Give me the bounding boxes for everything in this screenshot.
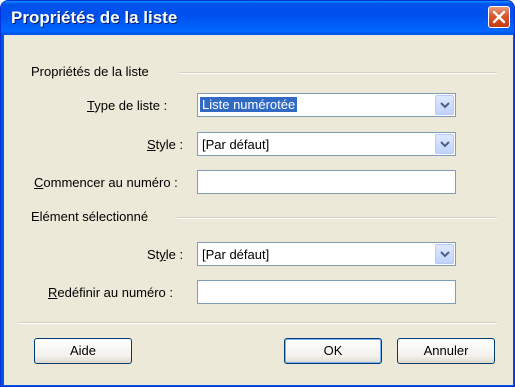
dialog-body: Propriétés de la liste Type de liste : L…: [4, 35, 513, 385]
item-style-dropdown-button[interactable]: [435, 244, 454, 264]
chevron-down-icon: [440, 251, 450, 258]
list-style-select[interactable]: [Par défaut]: [197, 132, 456, 156]
group-divider: [180, 72, 497, 74]
list-type-value: Liste numérotée: [200, 97, 298, 112]
window-title: Propriétés de la liste: [11, 8, 178, 27]
list-type-dropdown-button[interactable]: [435, 95, 454, 115]
item-style-select[interactable]: [Par défaut]: [197, 242, 456, 266]
start-number-input[interactable]: [197, 170, 456, 194]
ok-button[interactable]: OK: [284, 338, 382, 364]
item-style-value: [Par défaut]: [202, 247, 270, 262]
chevron-down-icon: [440, 102, 450, 109]
close-icon: [492, 10, 506, 24]
start-number-label: Commencer au numéro :: [34, 175, 178, 190]
list-style-label: Style :: [147, 137, 184, 152]
close-button[interactable]: [488, 6, 510, 28]
list-type-select[interactable]: Liste numérotée: [197, 93, 456, 117]
cancel-button[interactable]: Annuler: [397, 338, 495, 364]
reset-number-label: Redéfinir au numéro :: [48, 285, 174, 300]
list-style-dropdown-button[interactable]: [435, 134, 454, 154]
reset-number-input[interactable]: [197, 280, 456, 304]
list-properties-heading: Propriétés de la liste: [31, 64, 149, 79]
list-type-label: Type de liste :: [87, 98, 168, 113]
selected-item-heading: Elément sélectionné: [31, 209, 149, 224]
item-style-label: Style :: [147, 247, 184, 262]
group-divider: [177, 217, 497, 219]
help-button[interactable]: Aide: [34, 338, 132, 364]
button-separator: [18, 322, 497, 324]
chevron-down-icon: [440, 141, 450, 148]
title-bar[interactable]: Propriétés de la liste: [1, 1, 514, 35]
list-style-value: [Par défaut]: [202, 137, 270, 152]
dialog-window: Propriétés de la liste Propriétés de la …: [0, 0, 515, 387]
